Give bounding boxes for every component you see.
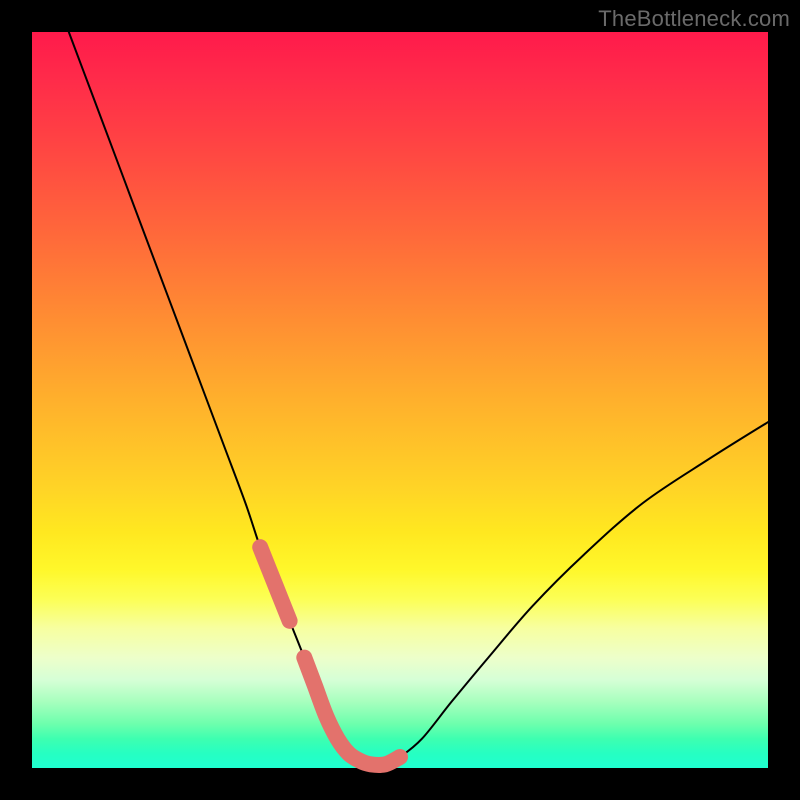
highlight-valley bbox=[304, 658, 400, 765]
plot-area bbox=[32, 32, 768, 768]
watermark-text: TheBottleneck.com bbox=[598, 6, 790, 32]
chart-frame: TheBottleneck.com bbox=[0, 0, 800, 800]
curve-layer bbox=[32, 32, 768, 768]
highlight-left-descent bbox=[260, 547, 289, 621]
bottleneck-curve bbox=[69, 32, 768, 765]
